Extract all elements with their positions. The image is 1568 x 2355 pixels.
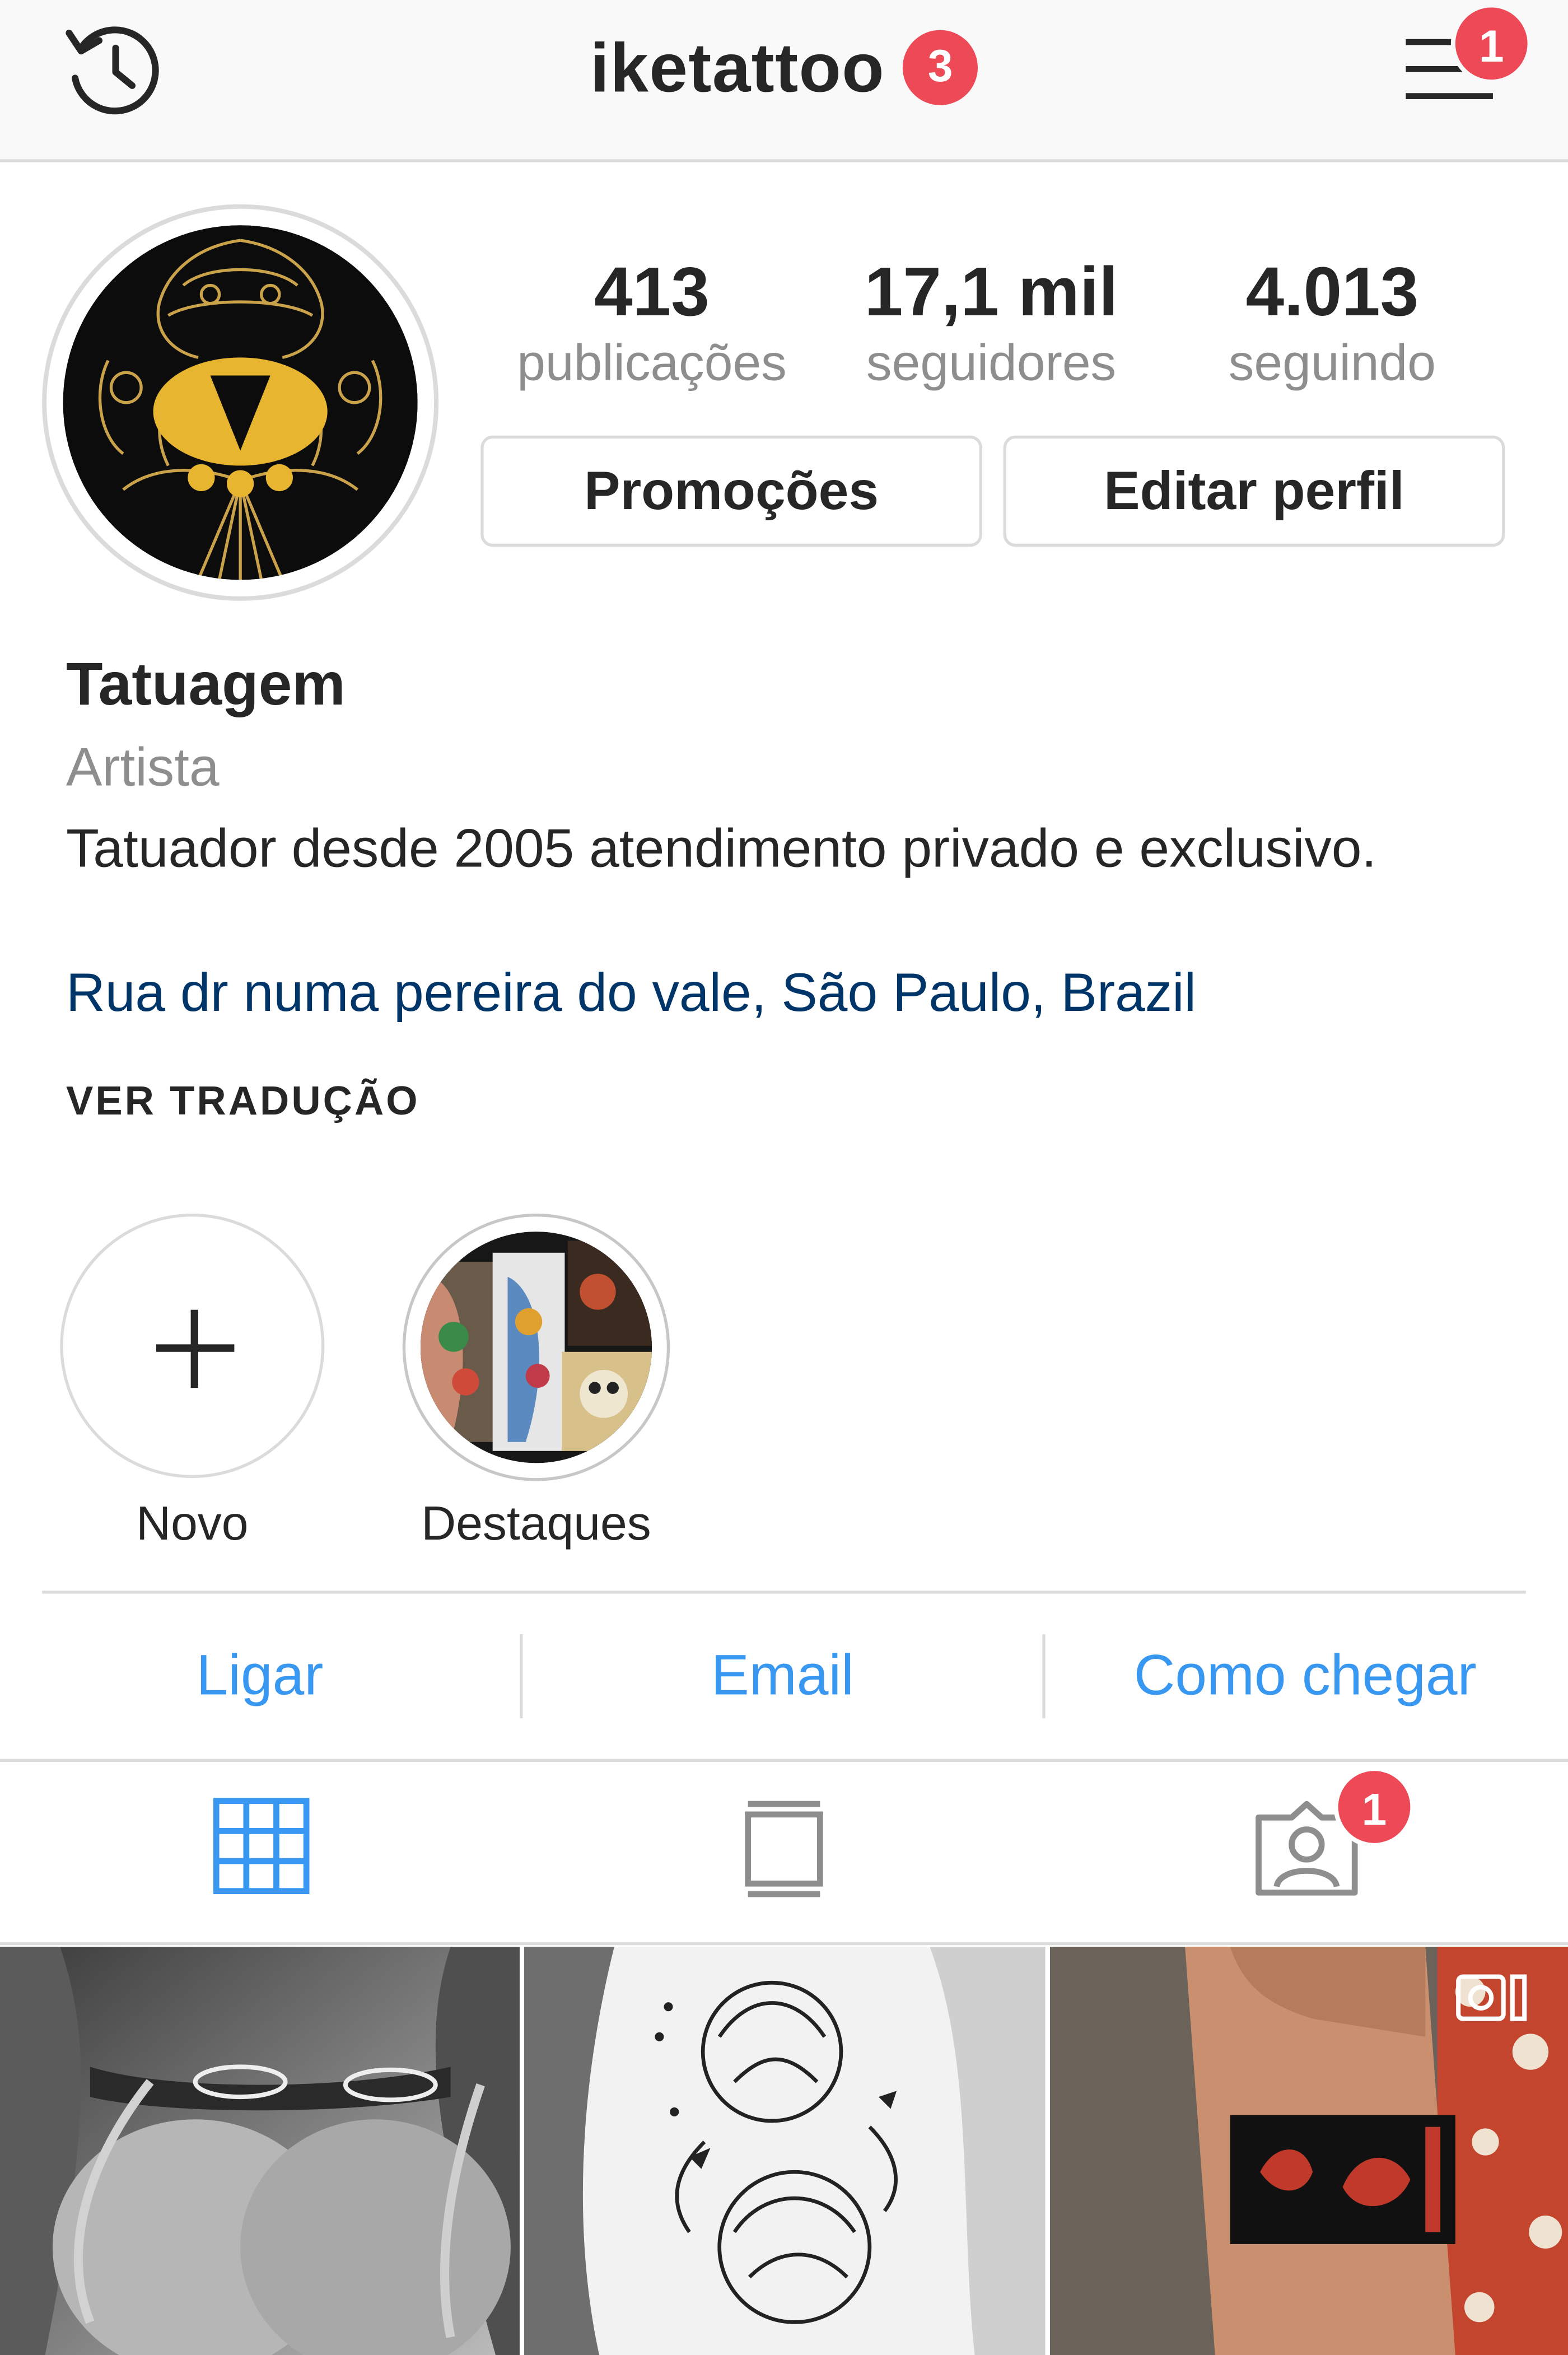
- followers-count: 17,1 mil: [864, 252, 1118, 331]
- stat-followers[interactable]: 17,1 mil seguidores: [811, 253, 1172, 397]
- stat-following[interactable]: 4.013 seguindo: [1152, 253, 1513, 397]
- username-title: iketattoo: [590, 28, 885, 107]
- plus-icon: [156, 1309, 235, 1388]
- divider: [42, 1591, 1526, 1594]
- avatar[interactable]: [63, 225, 418, 580]
- following-label: seguindo: [1228, 335, 1436, 393]
- location-link[interactable]: Rua dr numa pereira do vale, São Paulo, …: [66, 961, 1196, 1024]
- following-count: 4.013: [1245, 252, 1419, 331]
- post-thumbnail[interactable]: [0, 1946, 520, 2355]
- post-image: [524, 1946, 1046, 2355]
- notification-badge: 3: [903, 30, 978, 105]
- see-translation-link[interactable]: VER TRADUÇÃO: [66, 1079, 420, 1125]
- top-navigation-bar: iketattoo 3 1: [0, 0, 1568, 162]
- menu-notification-badge: 1: [1450, 3, 1532, 85]
- stat-posts[interactable]: 413 publicações: [472, 253, 832, 397]
- directions-button[interactable]: Como chegar: [1046, 1637, 1565, 1715]
- followers-label: seguidores: [866, 335, 1117, 393]
- edit-profile-button[interactable]: Editar perfil: [1003, 435, 1505, 547]
- highlight-destaques-label: Destaques: [421, 1496, 651, 1550]
- new-highlight-button[interactable]: [60, 1214, 325, 1479]
- divider: [0, 1942, 1568, 1946]
- divider: [0, 1759, 1568, 1762]
- post-thumbnail[interactable]: [1049, 1946, 1568, 2355]
- highlight-new-label: Novo: [136, 1496, 249, 1550]
- posts-label: publicações: [517, 335, 787, 393]
- profile-name: Tatuagem: [66, 651, 346, 718]
- grid-view-icon[interactable]: [213, 1797, 310, 1896]
- bio-text: Tatuador desde 2005 atendimento privado …: [66, 817, 1377, 879]
- avatar-logo-image: [63, 225, 418, 580]
- highlight-cover-image: [420, 1232, 652, 1463]
- profile-category: Artista: [66, 736, 220, 798]
- posts-count: 413: [594, 252, 710, 331]
- email-button[interactable]: Email: [522, 1637, 1042, 1715]
- tagged-notification-badge: 1: [1333, 1766, 1415, 1848]
- call-button[interactable]: Ligar: [0, 1637, 520, 1715]
- post-image: [0, 1946, 520, 2355]
- profile-title[interactable]: iketattoo 3: [0, 27, 1568, 111]
- highlight-destaques[interactable]: [420, 1232, 652, 1463]
- post-thumbnail[interactable]: [524, 1946, 1046, 2355]
- post-image: [1049, 1946, 1568, 2355]
- list-view-icon[interactable]: [742, 1799, 826, 1899]
- promotions-button[interactable]: Promoções: [480, 435, 983, 547]
